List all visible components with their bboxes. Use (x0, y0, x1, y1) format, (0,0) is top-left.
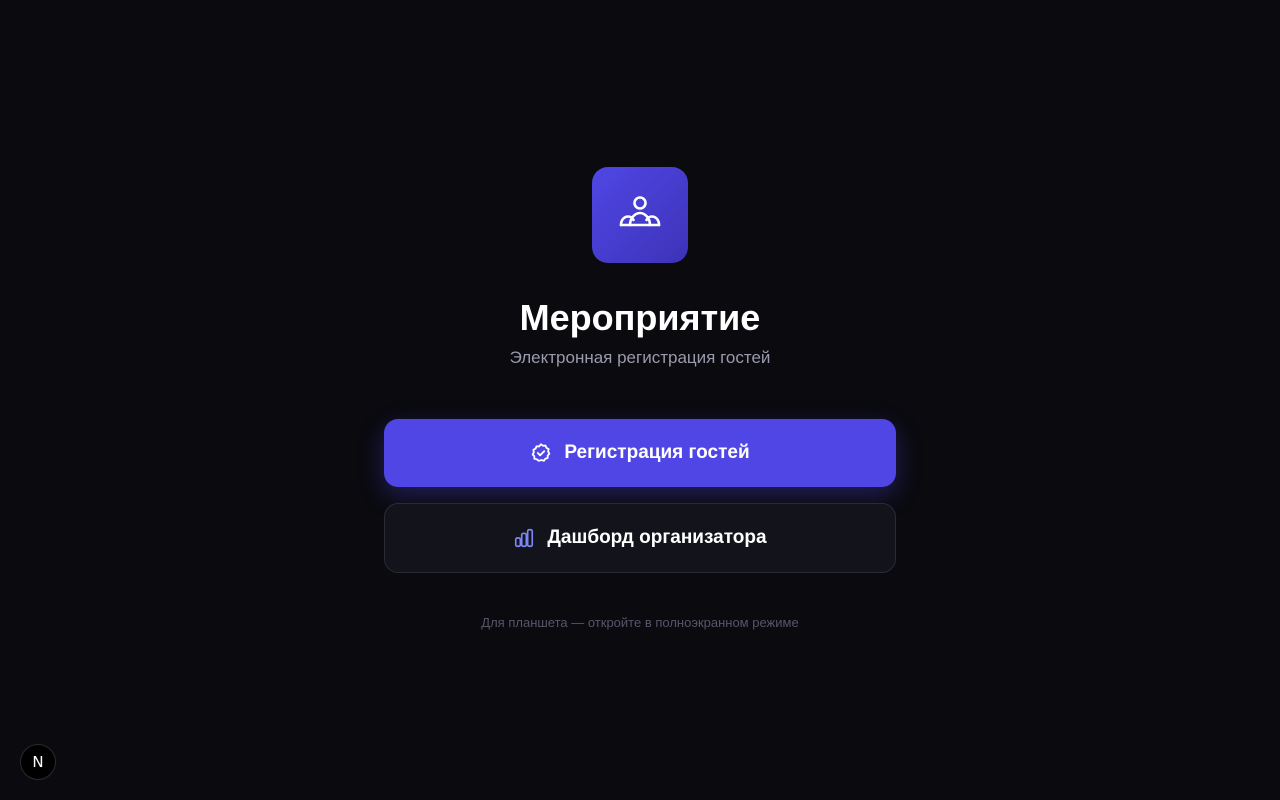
guest-registration-label: Регистрация гостей (564, 442, 750, 463)
landing-page: Мероприятие Электронная регистрация гост… (0, 0, 1280, 800)
page-subtitle: Электронная регистрация гостей (509, 348, 771, 367)
check-badge-icon (532, 443, 551, 462)
nextjs-icon: N (32, 753, 44, 771)
nextjs-dev-badge[interactable]: N (20, 744, 56, 780)
guest-registration-button[interactable]: Регистрация гостей (384, 419, 896, 487)
bar-chart-icon (515, 528, 534, 548)
organizer-dashboard-label: Дашборд организатора (547, 527, 767, 548)
tablet-hint: Для планшета — откройте в полноэкранном … (481, 615, 799, 630)
organizer-dashboard-button[interactable]: Дашборд организатора (384, 503, 896, 573)
page-title: Мероприятие (519, 297, 761, 338)
app-logo (592, 167, 688, 263)
users-icon (619, 196, 661, 227)
